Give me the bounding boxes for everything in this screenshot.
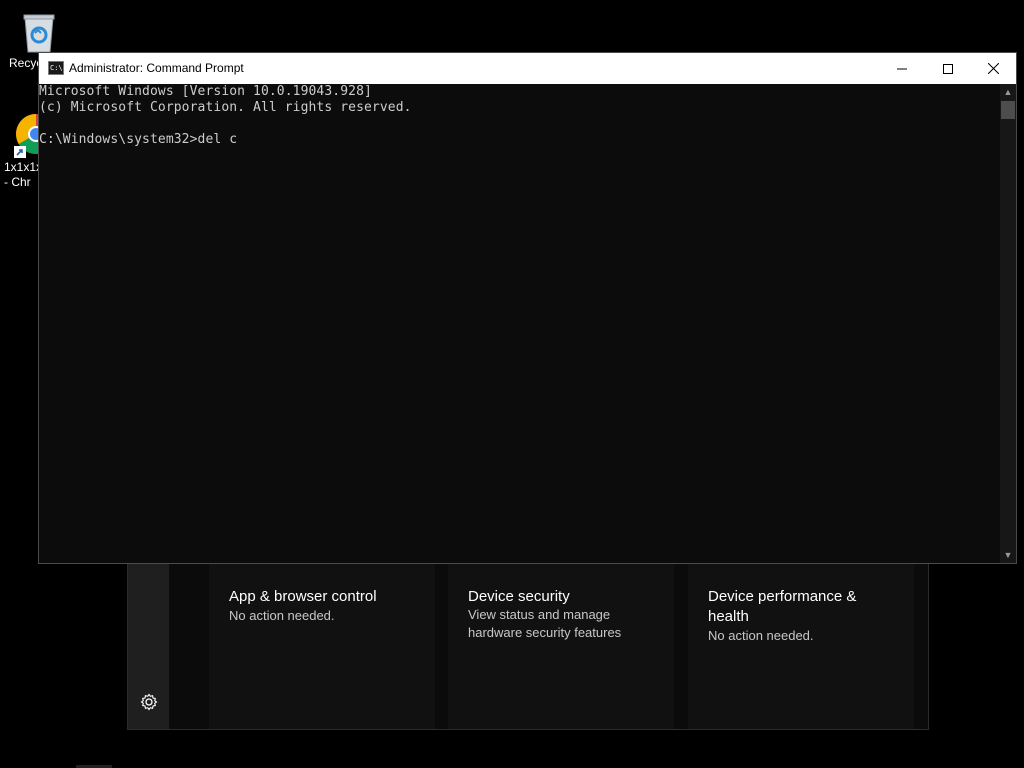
console-line: (c) Microsoft Corporation. All rights re… bbox=[39, 100, 412, 115]
title-bar[interactable]: C:\ Administrator: Command Prompt bbox=[39, 53, 1016, 84]
tile-app-browser-control[interactable]: App & browser control No action needed. bbox=[209, 560, 435, 729]
maximize-icon bbox=[943, 63, 953, 74]
tile-title: Device performance & health bbox=[708, 588, 857, 625]
tile-status: No action needed. bbox=[708, 628, 814, 643]
vertical-scrollbar[interactable]: ▲ ▼ bbox=[1000, 84, 1016, 563]
console-line: Microsoft Windows [Version 10.0.19043.92… bbox=[39, 84, 372, 99]
command-prompt-window[interactable]: C:\ Administrator: Command Prompt Micros… bbox=[38, 52, 1017, 564]
tile-status: No action needed. bbox=[229, 608, 335, 623]
scrollbar-thumb[interactable] bbox=[1001, 101, 1015, 119]
tile-device-security[interactable]: Device security View status and manage h… bbox=[448, 560, 674, 729]
tile-title: Device security bbox=[468, 588, 570, 605]
tile-title: App & browser control bbox=[229, 588, 377, 605]
tile-status: View status and manage hardware security… bbox=[468, 607, 622, 640]
recycle-bin-icon bbox=[23, 14, 55, 53]
close-button[interactable] bbox=[970, 53, 1016, 84]
console-output[interactable]: Microsoft Windows [Version 10.0.19043.92… bbox=[39, 84, 1000, 563]
window-title: Administrator: Command Prompt bbox=[69, 61, 244, 75]
security-nav-rail bbox=[128, 562, 169, 729]
maximize-button[interactable] bbox=[925, 53, 971, 84]
scroll-up-arrow-icon[interactable]: ▲ bbox=[1000, 84, 1016, 100]
cmd-app-icon[interactable]: C:\ bbox=[48, 61, 64, 75]
close-icon bbox=[987, 63, 999, 74]
minimize-button[interactable] bbox=[879, 53, 925, 84]
tile-device-performance-health[interactable]: Device performance & health No action ne… bbox=[688, 562, 914, 729]
gear-icon[interactable] bbox=[140, 693, 158, 711]
command-input-line[interactable]: C:\Windows\system32>del c bbox=[39, 132, 237, 148]
windows-security-window: App & browser control No action needed. … bbox=[127, 560, 929, 730]
minimize-icon bbox=[897, 68, 907, 69]
scroll-down-arrow-icon[interactable]: ▼ bbox=[1000, 547, 1016, 563]
